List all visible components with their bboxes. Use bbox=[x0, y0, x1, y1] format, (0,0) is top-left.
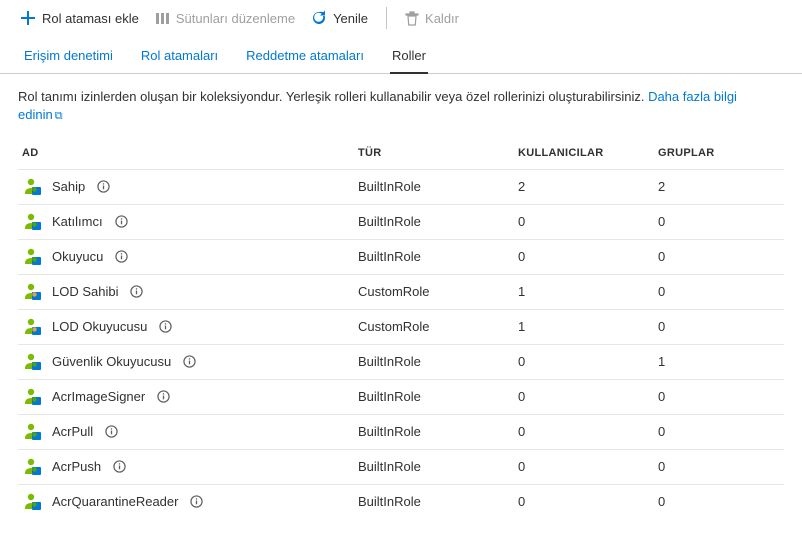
toolbar: Rol ataması ekle Sütunları düzenleme Yen… bbox=[0, 0, 802, 40]
header-name[interactable]: AD bbox=[18, 147, 358, 159]
remove-label: Kaldır bbox=[425, 11, 459, 26]
toolbar-separator bbox=[386, 7, 387, 29]
info-icon[interactable] bbox=[183, 355, 196, 368]
role-type: BuiltInRole bbox=[358, 424, 518, 439]
info-icon[interactable] bbox=[159, 320, 172, 333]
add-role-assignment-button[interactable]: Rol ataması ekle bbox=[14, 6, 145, 30]
info-icon[interactable] bbox=[130, 285, 143, 298]
columns-icon bbox=[155, 11, 170, 26]
role-name: Okuyucu bbox=[52, 249, 103, 264]
tab-rol-atamaları[interactable]: Rol atamaları bbox=[139, 40, 220, 73]
role-name: Katılımcı bbox=[52, 214, 103, 229]
table-row[interactable]: Güvenlik Okuyucusu BuiltInRole01 bbox=[18, 344, 784, 379]
role-name: AcrPush bbox=[52, 459, 101, 474]
info-icon[interactable] bbox=[113, 460, 126, 473]
role-groups: 0 bbox=[658, 389, 784, 404]
role-name: AcrPull bbox=[52, 424, 93, 439]
role-users: 0 bbox=[518, 389, 658, 404]
add-role-assignment-label: Rol ataması ekle bbox=[42, 11, 139, 26]
role-users: 0 bbox=[518, 354, 658, 369]
role-type: BuiltInRole bbox=[358, 459, 518, 474]
refresh-label: Yenile bbox=[333, 11, 368, 26]
role-users: 1 bbox=[518, 319, 658, 334]
info-icon[interactable] bbox=[157, 390, 170, 403]
role-type: CustomRole bbox=[358, 284, 518, 299]
role-name: LOD Okuyucusu bbox=[52, 319, 147, 334]
role-type: BuiltInRole bbox=[358, 354, 518, 369]
role-icon bbox=[22, 177, 42, 197]
role-icon bbox=[22, 352, 42, 372]
table-row[interactable]: LOD Okuyucusu CustomRole10 bbox=[18, 309, 784, 344]
info-icon[interactable] bbox=[115, 250, 128, 263]
table-row[interactable]: AcrPushBuiltInRole00 bbox=[18, 449, 784, 484]
role-type: BuiltInRole bbox=[358, 494, 518, 509]
edit-columns-label: Sütunları düzenleme bbox=[176, 11, 295, 26]
role-type: CustomRole bbox=[358, 319, 518, 334]
description-text: Rol tanımı izinlerden oluşan bir koleksi… bbox=[18, 89, 648, 104]
role-type: BuiltInRole bbox=[358, 214, 518, 229]
table-row[interactable]: AcrQuarantineReaderBuiltInRole00 bbox=[18, 484, 784, 519]
role-users: 0 bbox=[518, 459, 658, 474]
role-groups: 0 bbox=[658, 214, 784, 229]
role-groups: 0 bbox=[658, 494, 784, 509]
role-name: LOD Sahibi bbox=[52, 284, 118, 299]
roles-table: AD TÜR KULLANICILAR GRUPLAR Sahip BuiltIn… bbox=[0, 133, 802, 531]
table-row[interactable]: LOD Sahibi CustomRole10 bbox=[18, 274, 784, 309]
external-link-icon: ⧉ bbox=[55, 110, 63, 122]
refresh-button[interactable]: Yenile bbox=[305, 6, 374, 30]
plus-icon bbox=[20, 10, 36, 26]
info-icon[interactable] bbox=[190, 495, 203, 508]
role-users: 2 bbox=[518, 179, 658, 194]
role-type: BuiltInRole bbox=[358, 179, 518, 194]
role-icon bbox=[22, 247, 42, 267]
role-groups: 0 bbox=[658, 249, 784, 264]
refresh-icon bbox=[311, 10, 327, 26]
tab-roller[interactable]: Roller bbox=[390, 40, 428, 73]
table-row[interactable]: SahipBuiltInRole22 bbox=[18, 169, 784, 204]
role-users: 0 bbox=[518, 214, 658, 229]
table-header: AD TÜR KULLANICILAR GRUPLAR bbox=[18, 133, 784, 169]
table-row[interactable]: AcrPullBuiltInRole00 bbox=[18, 414, 784, 449]
role-groups: 0 bbox=[658, 459, 784, 474]
role-type: BuiltInRole bbox=[358, 389, 518, 404]
role-icon bbox=[22, 212, 42, 232]
role-name: AcrImageSigner bbox=[52, 389, 145, 404]
tabs: Erişim denetimi Rol atamaları Reddetme ata… bbox=[0, 40, 802, 74]
description: Rol tanımı izinlerden oluşan bir koleksi… bbox=[0, 74, 802, 133]
trash-icon bbox=[405, 11, 419, 26]
role-icon bbox=[22, 422, 42, 442]
role-icon bbox=[22, 317, 42, 337]
header-type[interactable]: TÜR bbox=[358, 147, 518, 159]
role-groups: 0 bbox=[658, 319, 784, 334]
edit-columns-button[interactable]: Sütunları düzenleme bbox=[149, 7, 301, 30]
header-users[interactable]: KULLANICILAR bbox=[518, 147, 658, 159]
header-groups[interactable]: GRUPLAR bbox=[658, 147, 784, 159]
table-row[interactable]: KatılımcıBuiltInRole00 bbox=[18, 204, 784, 239]
role-users: 0 bbox=[518, 494, 658, 509]
info-icon[interactable] bbox=[115, 215, 128, 228]
role-groups: 1 bbox=[658, 354, 784, 369]
table-row[interactable]: OkuyucuBuiltInRole00 bbox=[18, 239, 784, 274]
role-icon bbox=[22, 282, 42, 302]
tab-erişim-denetimi[interactable]: Erişim denetimi bbox=[22, 40, 115, 73]
role-name: Güvenlik Okuyucusu bbox=[52, 354, 171, 369]
info-icon[interactable] bbox=[97, 180, 110, 193]
role-groups: 2 bbox=[658, 179, 784, 194]
role-icon bbox=[22, 387, 42, 407]
role-type: BuiltInRole bbox=[358, 249, 518, 264]
role-icon bbox=[22, 492, 42, 512]
role-icon bbox=[22, 457, 42, 477]
role-users: 0 bbox=[518, 249, 658, 264]
info-icon[interactable] bbox=[105, 425, 118, 438]
role-groups: 0 bbox=[658, 284, 784, 299]
table-row[interactable]: AcrImageSignerBuiltInRole00 bbox=[18, 379, 784, 414]
role-users: 0 bbox=[518, 424, 658, 439]
role-name: AcrQuarantineReader bbox=[52, 494, 178, 509]
role-users: 1 bbox=[518, 284, 658, 299]
role-groups: 0 bbox=[658, 424, 784, 439]
role-name: Sahip bbox=[52, 179, 85, 194]
remove-button[interactable]: Kaldır bbox=[399, 7, 465, 30]
tab-reddetme-atamaları[interactable]: Reddetme atamaları bbox=[244, 40, 366, 73]
